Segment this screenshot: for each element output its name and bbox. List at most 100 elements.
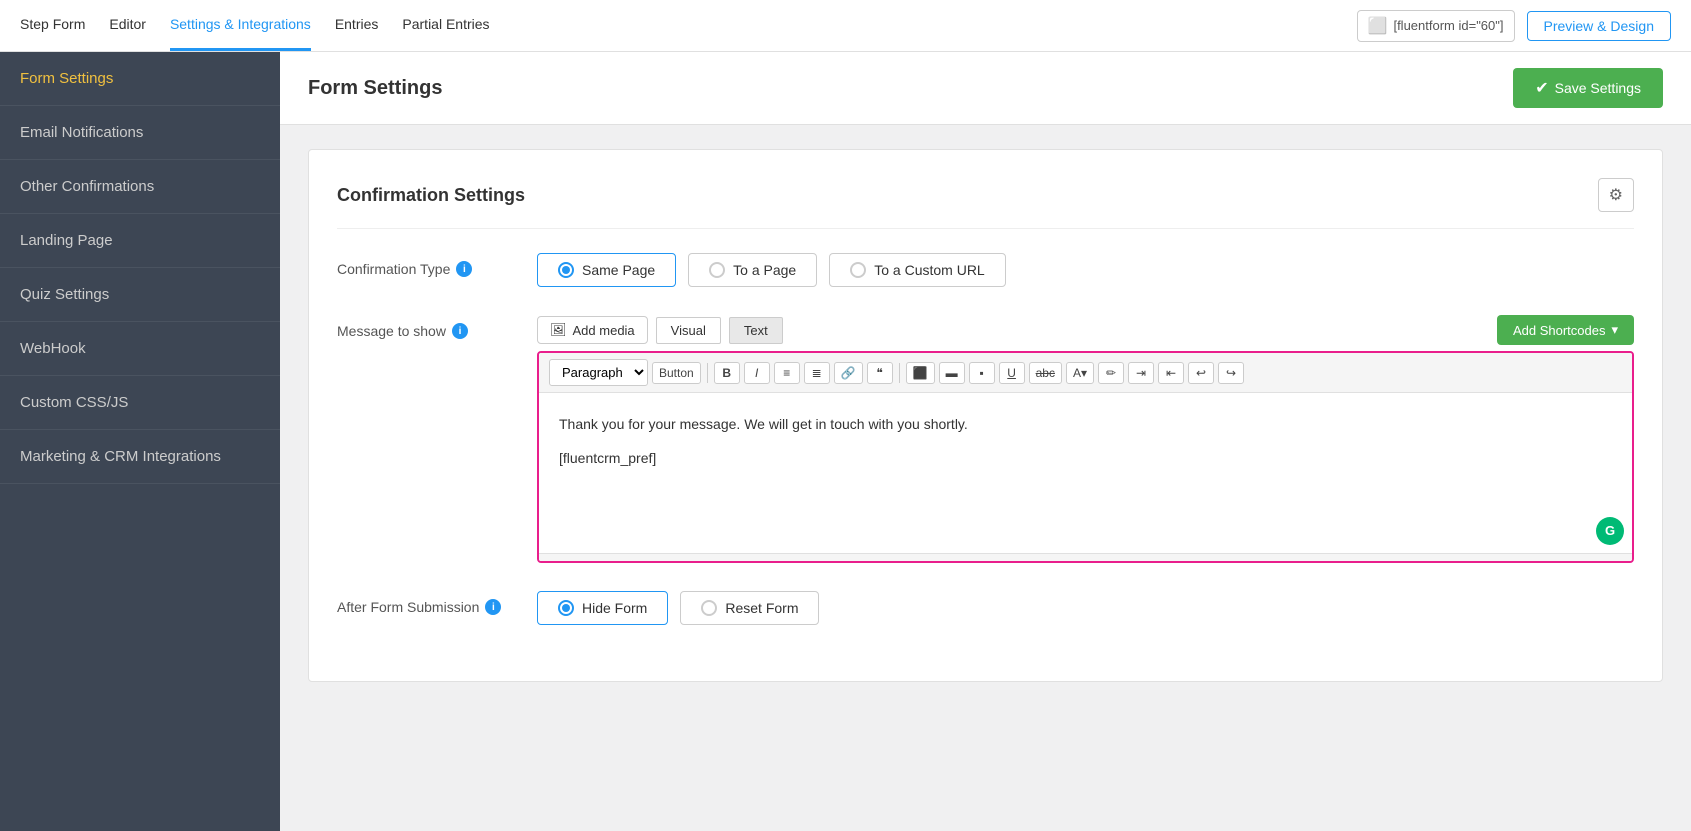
sidebar-item-form-settings[interactable]: Form Settings — [0, 52, 280, 106]
toolbar-blockquote[interactable]: ❝ — [867, 362, 893, 384]
check-icon: ✔ — [1535, 78, 1548, 98]
option-same-page[interactable]: Same Page — [537, 253, 676, 287]
toolbar-sep-1 — [707, 363, 708, 383]
after-form-radio-group: Hide Form Reset Form — [537, 591, 1634, 625]
confirmation-type-label: Confirmation Type i — [337, 253, 537, 277]
option-hide-form-label: Hide Form — [582, 600, 647, 616]
toolbar-ol[interactable]: ≣ — [804, 362, 830, 384]
toolbar-bold[interactable]: B — [714, 362, 740, 384]
card-title: Confirmation Settings — [337, 185, 525, 206]
option-same-page-label: Same Page — [582, 262, 655, 278]
after-form-submission-label: After Form Submission i — [337, 591, 537, 615]
toolbar-underline[interactable]: U — [999, 362, 1025, 384]
nav-partial-entries[interactable]: Partial Entries — [402, 0, 489, 51]
top-nav: Step Form Editor Settings & Integrations… — [0, 0, 1691, 52]
chevron-down-icon: ▾ — [1611, 322, 1618, 338]
sidebar: Form Settings Email Notifications Other … — [0, 52, 280, 831]
radio-dot-same-page — [558, 262, 574, 278]
toolbar-italic[interactable]: I — [744, 362, 770, 384]
sidebar-item-email-notifications[interactable]: Email Notifications — [0, 106, 280, 160]
add-shortcodes-button[interactable]: Add Shortcodes ▾ — [1497, 315, 1634, 345]
toolbar-indent[interactable]: ⇥ — [1128, 362, 1154, 384]
toolbar-button-btn[interactable]: Button — [652, 362, 701, 384]
card-header: Confirmation Settings ⚙ — [337, 178, 1634, 229]
save-label: Save Settings — [1555, 80, 1641, 96]
toolbar-eraser[interactable]: ✏ — [1098, 362, 1124, 384]
preview-design-button[interactable]: Preview & Design — [1527, 11, 1672, 41]
option-to-a-page-label: To a Page — [733, 262, 796, 278]
page-title: Form Settings — [308, 77, 442, 100]
confirmation-type-row: Confirmation Type i Same Page To a Page — [337, 253, 1634, 287]
add-media-button[interactable]: 🖼 Add media — [537, 316, 648, 344]
radio-dot-reset-form — [701, 600, 717, 616]
nav-step-form[interactable]: Step Form — [20, 0, 85, 51]
toolbar-ul[interactable]: ≡ — [774, 362, 800, 384]
toolbar-link[interactable]: 🔗 — [834, 362, 863, 384]
nav-entries[interactable]: Entries — [335, 0, 379, 51]
sidebar-item-webhook[interactable]: WebHook — [0, 322, 280, 376]
add-media-icon: 🖼 — [550, 322, 567, 338]
option-to-a-page[interactable]: To a Page — [688, 253, 817, 287]
toolbar-outdent[interactable]: ⇤ — [1158, 362, 1184, 384]
editor-line-2: [fluentcrm_pref] — [559, 447, 1612, 469]
option-hide-form[interactable]: Hide Form — [537, 591, 668, 625]
sidebar-item-landing-page[interactable]: Landing Page — [0, 214, 280, 268]
toolbar-strikethrough[interactable]: abc — [1029, 362, 1062, 384]
editor-top-left: 🖼 Add media Visual Text — [537, 316, 783, 344]
toolbar-align-left[interactable]: ⬛ — [906, 362, 935, 384]
sidebar-item-other-confirmations[interactable]: Other Confirmations — [0, 160, 280, 214]
text-tab[interactable]: Text — [729, 317, 783, 344]
message-editor-container: 🖼 Add media Visual Text Add Shortcodes ▾ — [537, 315, 1634, 563]
toolbar-align-center[interactable]: ▬ — [939, 362, 965, 384]
nav-right: ⬜ [fluentform id="60"] Preview & Design — [1357, 10, 1671, 42]
option-to-custom-url[interactable]: To a Custom URL — [829, 253, 1005, 287]
toolbar-font-color[interactable]: A▾ — [1066, 362, 1094, 384]
gear-button[interactable]: ⚙ — [1598, 178, 1634, 212]
save-settings-button[interactable]: ✔ Save Settings — [1513, 68, 1663, 108]
radio-dot-to-custom-url — [850, 262, 866, 278]
toolbar-undo[interactable]: ↩ — [1188, 362, 1214, 384]
confirmation-settings-card: Confirmation Settings ⚙ Confirmation Typ… — [308, 149, 1663, 682]
message-to-show-info-icon: i — [452, 323, 468, 339]
page-layout: Form Settings Email Notifications Other … — [0, 52, 1691, 831]
content-area: Confirmation Settings ⚙ Confirmation Typ… — [280, 125, 1691, 726]
grammarly-badge: G — [1596, 517, 1624, 545]
option-to-custom-url-label: To a Custom URL — [874, 262, 984, 278]
option-reset-form-label: Reset Form — [725, 600, 798, 616]
after-form-submission-row: After Form Submission i Hide Form Reset — [337, 591, 1634, 625]
editor-line-1: Thank you for your message. We will get … — [559, 413, 1612, 435]
editor-wrapper: Paragraph Button B I ≡ ≣ 🔗 ❝ — [537, 351, 1634, 563]
sidebar-item-marketing-crm[interactable]: Marketing & CRM Integrations — [0, 430, 280, 484]
radio-dot-hide-form — [558, 600, 574, 616]
message-to-show-row: Message to show i 🖼 Add media Visual — [337, 315, 1634, 563]
add-shortcodes-label: Add Shortcodes — [1513, 323, 1606, 338]
shortcode-icon: ⬜ — [1368, 16, 1388, 36]
shortcode-badge[interactable]: ⬜ [fluentform id="60"] — [1357, 10, 1515, 42]
radio-group: Same Page To a Page To a Custom URL — [537, 253, 1634, 287]
option-reset-form[interactable]: Reset Form — [680, 591, 819, 625]
toolbar-sep-2 — [899, 363, 900, 383]
editor-toolbar: Paragraph Button B I ≡ ≣ 🔗 ❝ — [539, 353, 1632, 393]
paragraph-select[interactable]: Paragraph — [549, 359, 648, 386]
nav-editor[interactable]: Editor — [109, 0, 146, 51]
sidebar-item-quiz-settings[interactable]: Quiz Settings — [0, 268, 280, 322]
message-to-show-label: Message to show i — [337, 315, 537, 339]
main-content: Form Settings ✔ Save Settings Confirmati… — [280, 52, 1691, 831]
after-form-submission-info-icon: i — [485, 599, 501, 615]
radio-dot-to-a-page — [709, 262, 725, 278]
toolbar-redo[interactable]: ↪ — [1218, 362, 1244, 384]
toolbar-align-right[interactable]: ▪ — [969, 362, 995, 384]
editor-content: Thank you for your message. We will get … — [559, 413, 1612, 470]
nav-items: Step Form Editor Settings & Integrations… — [20, 0, 1357, 51]
shortcode-text: [fluentform id="60"] — [1393, 18, 1503, 33]
page-header: Form Settings ✔ Save Settings — [280, 52, 1691, 125]
add-media-label: Add media — [573, 323, 635, 338]
confirmation-type-info-icon: i — [456, 261, 472, 277]
editor-top-controls: 🖼 Add media Visual Text Add Shortcodes ▾ — [537, 315, 1634, 345]
editor-resize-handle[interactable] — [539, 553, 1632, 561]
nav-settings-integrations[interactable]: Settings & Integrations — [170, 0, 311, 51]
confirmation-type-options: Same Page To a Page To a Custom URL — [537, 253, 1634, 287]
visual-tab[interactable]: Visual — [656, 317, 721, 344]
sidebar-item-custom-css-js[interactable]: Custom CSS/JS — [0, 376, 280, 430]
editor-body[interactable]: Thank you for your message. We will get … — [539, 393, 1632, 553]
